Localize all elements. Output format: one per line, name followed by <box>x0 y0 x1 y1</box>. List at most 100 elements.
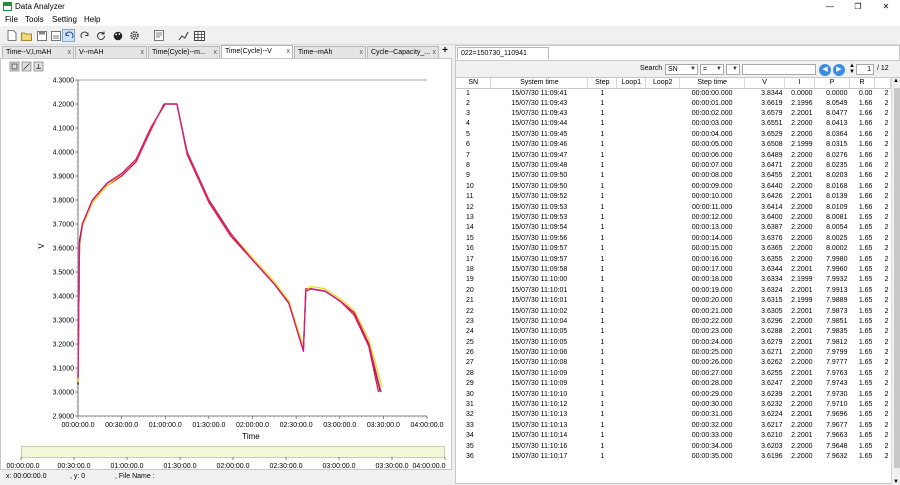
table-row[interactable]: 14 15/07/30 11:09:54 1 00:00:13.000 3.6387 2.… <box>456 223 891 233</box>
scroll-up-icon[interactable]: ▲ <box>893 78 899 84</box>
table-row[interactable]: 2 15/07/30 11:09:43 1 00:00:01.000 3.6619 2.1… <box>456 99 891 109</box>
column-header[interactable]: R <box>849 78 875 89</box>
saveas-icon[interactable] <box>49 29 62 42</box>
table-row[interactable]: 19 15/07/30 11:10:00 1 00:00:18.000 3.6334 2.… <box>456 275 891 285</box>
search-operator-select[interactable]: = ▼ <box>700 64 724 75</box>
table-row[interactable]: 22 15/07/30 11:10:02 1 00:00:21.000 3.6305 2.… <box>456 306 891 316</box>
menu-file[interactable]: File <box>5 15 18 24</box>
tab-cycle-capacity[interactable]: Cycle--Capacity_... x <box>367 46 439 58</box>
minimize-button[interactable]: — <box>820 1 840 13</box>
chart-zoom-icon[interactable] <box>9 61 20 72</box>
table-row[interactable]: 23 15/07/30 11:10:04 1 00:00:22.000 3.6296 2.… <box>456 317 891 327</box>
tab-close-icon[interactable]: x <box>287 46 291 57</box>
data-file-tab[interactable]: 022=150730_110941 <box>457 47 549 59</box>
table-row[interactable]: 20 15/07/30 11:10:01 1 00:00:19.000 3.6324 2.… <box>456 286 891 296</box>
menu-help[interactable]: Help <box>84 15 100 24</box>
table-row[interactable]: 30 15/07/30 11:10:10 1 00:00:29.000 3.6239 2.… <box>456 389 891 399</box>
table-cell <box>646 265 680 275</box>
undo-icon[interactable] <box>62 29 75 42</box>
table-row[interactable]: 4 15/07/30 11:09:44 1 00:00:03.000 3.6551 2.2… <box>456 119 891 129</box>
table-row[interactable]: 35 15/07/30 11:10:16 1 00:00:34.000 3.6203 2.… <box>456 441 891 451</box>
table-row[interactable]: 5 15/07/30 11:09:45 1 00:00:04.000 3.6529 2.2… <box>456 130 891 140</box>
table-row[interactable]: 1 15/07/30 11:09:41 1 00:00:00.000 3.8344 0.0… <box>456 88 891 99</box>
table-row[interactable]: 8 15/07/30 11:09:48 1 00:00:07.000 3.6471 2.2… <box>456 161 891 171</box>
column-header[interactable]: Step time <box>679 78 746 89</box>
table-row[interactable]: 17 15/07/30 11:09:57 1 00:00:16.000 3.6355 2.… <box>456 254 891 264</box>
table-row[interactable]: 21 15/07/30 11:10:01 1 00:00:20.000 3.6315 2.… <box>456 296 891 306</box>
table-row[interactable]: 3 15/07/30 11:09:43 1 00:00:02.000 3.6579 2.2… <box>456 109 891 119</box>
table-row[interactable]: 6 15/07/30 11:09:46 1 00:00:05.000 3.6508 2.1… <box>456 140 891 150</box>
redo-icon[interactable] <box>78 29 91 42</box>
table-row[interactable]: 7 15/07/30 11:09:47 1 00:00:06.000 3.6489 2.2… <box>456 150 891 160</box>
chart-export-icon[interactable] <box>33 61 44 72</box>
search-prev-button[interactable]: ◀ <box>819 64 831 76</box>
scrollbar-thumb[interactable] <box>894 88 900 468</box>
table-row[interactable]: 11 15/07/30 11:09:52 1 00:00:10.000 3.6426 2.… <box>456 192 891 202</box>
table-row[interactable]: 28 15/07/30 11:10:09 1 00:00:27.000 3.6255 2.… <box>456 369 891 379</box>
table-row[interactable]: 27 15/07/30 11:10:08 1 00:00:26.000 3.6262 2.… <box>456 358 891 368</box>
chart-icon[interactable] <box>177 29 190 42</box>
voltage-chart[interactable]: 4.3000 4.2000 4.1000 4.0000 3.9000 3.8000 3.70… <box>1 59 451 469</box>
page-spinner[interactable]: ▲ ▼ <box>849 63 855 75</box>
table-row[interactable]: 34 15/07/30 11:10:14 1 00:00:33.000 3.6210 2.… <box>456 431 891 441</box>
save-icon[interactable] <box>35 29 48 42</box>
table-row[interactable]: 15 15/07/30 11:09:56 1 00:00:14.000 3.6376 2.… <box>456 234 891 244</box>
column-header[interactable]: I <box>784 78 816 89</box>
table-row[interactable]: 9 15/07/30 11:09:50 1 00:00:08.000 3.6455 2.2… <box>456 171 891 181</box>
column-header[interactable]: P <box>814 78 850 89</box>
table-scrollbar[interactable]: ▲ ▼ <box>891 78 900 485</box>
open-icon[interactable] <box>20 29 33 42</box>
refresh-icon[interactable] <box>94 29 107 42</box>
table-row[interactable]: 25 15/07/30 11:10:05 1 00:00:24.000 3.6279 2.… <box>456 337 891 347</box>
table-row[interactable]: 29 15/07/30 11:10:09 1 00:00:28.000 3.6247 2.… <box>456 379 891 389</box>
search-value-input[interactable] <box>742 64 816 75</box>
column-header[interactable]: Loop1 <box>616 78 647 89</box>
tab-v-mah[interactable]: V--mAH x <box>75 46 147 58</box>
table-row[interactable]: 18 15/07/30 11:09:58 1 00:00:17.000 3.6344 2.… <box>456 265 891 275</box>
tab-time-cycle-v[interactable]: Time(Cycle)--V x <box>221 45 293 58</box>
table-row[interactable]: 36 15/07/30 11:10:17 1 00:00:35.000 3.6196 2.… <box>456 452 891 462</box>
table-row[interactable]: 31 15/07/30 11:10:12 1 00:00:30.000 3.6232 2.… <box>456 400 891 410</box>
new-icon[interactable] <box>5 29 18 42</box>
column-header[interactable] <box>874 78 891 89</box>
settings-icon[interactable] <box>128 29 141 42</box>
menu-setting[interactable]: Setting <box>52 15 77 24</box>
column-header[interactable]: Loop2 <box>645 78 681 89</box>
table-row[interactable]: 13 15/07/30 11:09:53 1 00:00:12.000 3.6400 2.… <box>456 213 891 223</box>
tab-time-cycle-m[interactable]: Time(Cycle)--m... x <box>148 46 220 58</box>
chart-fit-icon[interactable] <box>21 61 32 72</box>
column-header[interactable]: System time <box>490 78 589 89</box>
table-row[interactable]: 16 15/07/30 11:09:57 1 00:00:15.000 3.6365 2.… <box>456 244 891 254</box>
close-button[interactable]: ✕ <box>876 1 896 13</box>
scroll-down-icon[interactable]: ▼ <box>893 479 899 485</box>
table-icon[interactable] <box>193 29 206 42</box>
tab-close-icon[interactable]: x <box>141 47 145 58</box>
search-field-select[interactable]: SN ▼ <box>665 64 698 75</box>
search-next-button[interactable]: ▶ <box>833 64 845 76</box>
table-row[interactable]: 33 15/07/30 11:10:13 1 00:00:32.000 3.6217 2.… <box>456 421 891 431</box>
tab-close-icon[interactable]: x <box>360 47 364 58</box>
table-row[interactable]: 10 15/07/30 11:09:50 1 00:00:09.000 3.6440 2.… <box>456 182 891 192</box>
menu-tools[interactable]: Tools <box>25 15 44 24</box>
report-icon[interactable] <box>152 29 165 42</box>
tab-close-icon[interactable]: x <box>433 47 437 58</box>
table-row[interactable]: 12 15/07/30 11:09:53 1 00:00:11.000 3.6414 2.… <box>456 202 891 212</box>
tab-close-icon[interactable]: x <box>68 47 72 58</box>
table-row[interactable]: 26 15/07/30 11:10:06 1 00:00:25.000 3.6271 2.… <box>456 348 891 358</box>
search-aux-select[interactable]: ▼ <box>726 64 740 75</box>
table-cell: 7.9889 <box>826 297 848 305</box>
column-header[interactable]: V <box>744 78 786 89</box>
add-tab-button[interactable]: + <box>440 46 450 57</box>
navigator-axis: 00:00:00.0 00:30:00.0 01:00:00.0 01:30:00.0… <box>6 457 446 470</box>
column-header[interactable]: Step <box>587 78 618 89</box>
column-header[interactable]: SN <box>456 78 492 89</box>
palette-icon[interactable] <box>111 29 124 42</box>
tab-close-icon[interactable]: x <box>214 47 218 58</box>
tab-time-v-i-mah[interactable]: Time--V,I,mAH x <box>2 46 74 58</box>
tab-time-mah[interactable]: Time--mAh x <box>294 46 366 58</box>
table-cell <box>646 327 680 337</box>
maximize-button[interactable]: ❐ <box>848 1 868 13</box>
table-row[interactable]: 24 15/07/30 11:10:05 1 00:00:23.000 3.6288 2.… <box>456 327 891 337</box>
table-row[interactable]: 32 15/07/30 11:10:13 1 00:00:31.000 3.6224 2.… <box>456 410 891 420</box>
page-number-input[interactable]: 1 <box>856 64 874 75</box>
